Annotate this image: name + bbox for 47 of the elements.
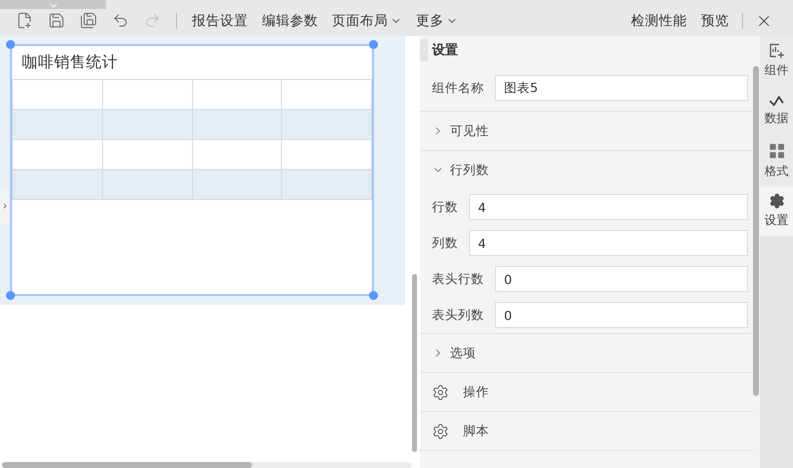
section-header[interactable]: 脚本 xyxy=(420,412,760,450)
input-field[interactable]: 4 xyxy=(469,194,748,220)
menu-button[interactable]: 报告设置 xyxy=(185,12,255,30)
side-tab[interactable]: 组件 xyxy=(760,36,793,86)
menu-button[interactable]: 编辑参数 xyxy=(255,12,325,30)
field-label: 组件名称 xyxy=(432,80,484,96)
field-label: 列数 xyxy=(432,234,458,252)
horizontal-scrollbar[interactable] xyxy=(2,462,412,468)
input-field[interactable]: 4 xyxy=(469,230,748,256)
toolbar-action[interactable]: 预览 xyxy=(694,12,736,30)
save-icon xyxy=(48,12,65,29)
resize-handle[interactable] xyxy=(369,40,378,49)
component-title: 咖啡销售统计 xyxy=(21,52,119,73)
settings-icon xyxy=(768,193,784,209)
save-as-button[interactable] xyxy=(78,10,99,31)
section-header[interactable]: 可见性 xyxy=(420,112,760,150)
section-header[interactable]: 行列数 xyxy=(420,151,760,189)
redo-icon xyxy=(144,12,161,29)
toolbar-action[interactable]: 检测性能 xyxy=(624,12,694,30)
panel-title: 设置 xyxy=(432,42,458,58)
section-header[interactable]: 选项 xyxy=(420,334,760,372)
field-label: 行数 xyxy=(432,198,458,216)
undo-icon xyxy=(112,12,129,29)
input-field[interactable]: 0 xyxy=(495,266,748,292)
save-as-icon xyxy=(80,12,97,29)
vertical-scrollbar[interactable] xyxy=(753,66,759,396)
settings-icon xyxy=(432,384,449,400)
side-tab[interactable]: 格式 xyxy=(760,136,793,186)
side-tab[interactable]: 设置 xyxy=(760,186,793,236)
resize-handle[interactable] xyxy=(6,291,15,300)
settings-icon xyxy=(432,422,449,440)
section-header[interactable]: 操作 xyxy=(420,373,760,411)
new-file-icon xyxy=(16,12,33,29)
input-field[interactable]: 图表5 xyxy=(495,75,748,101)
side-tab[interactable]: 数据 xyxy=(760,86,793,136)
field-label: 表头列数 xyxy=(432,306,484,324)
chart-add-icon xyxy=(768,43,784,59)
field-label: 表头行数 xyxy=(432,270,484,288)
input-field[interactable]: 0 xyxy=(495,302,748,328)
line-chart-icon xyxy=(768,95,784,107)
resize-handle[interactable] xyxy=(369,291,378,300)
menu-button[interactable]: 更多 xyxy=(409,12,465,30)
menu-button[interactable]: 页面布局 xyxy=(325,12,409,30)
expand-tab[interactable] xyxy=(0,188,9,224)
resize-handle[interactable] xyxy=(6,40,15,49)
grid-icon xyxy=(768,142,786,160)
chevron-right-icon xyxy=(420,45,428,54)
